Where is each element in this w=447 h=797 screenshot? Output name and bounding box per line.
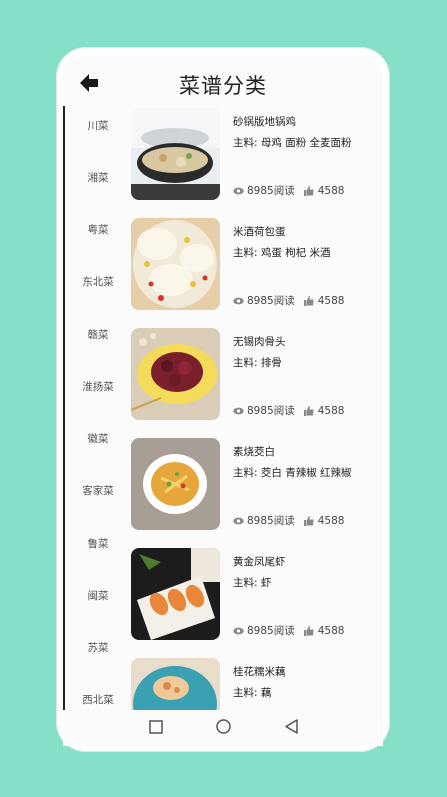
recipe-card[interactable]: 砂锅版地锅鸡 主料: 母鸡 面粉 全麦面粉 8985阅读 4588	[129, 108, 383, 204]
category-item[interactable]: 客家菜	[69, 483, 127, 498]
read-count: 8985阅读	[247, 295, 295, 307]
recipe-list: 砂锅版地锅鸡 主料: 母鸡 面粉 全麦面粉 8985阅读 4588 米酒荷包蛋 …	[129, 106, 383, 710]
recipe-image	[131, 328, 220, 420]
recipe-image	[131, 658, 220, 710]
category-item[interactable]: 闽菜	[69, 588, 127, 603]
read-count: 8985阅读	[247, 405, 295, 417]
recipe-stats: 8985阅读 4588	[233, 623, 344, 638]
recipe-name: 桂花糯米藕	[233, 666, 286, 678]
like-count: 4588	[317, 184, 345, 197]
read-count: 8985阅读	[247, 185, 295, 197]
category-item[interactable]: 东北菜	[69, 274, 127, 289]
recipe-name: 米酒荷包蛋	[233, 226, 286, 238]
category-item[interactable]: 西北菜	[69, 692, 127, 707]
thumbs-up-icon	[303, 405, 314, 416]
like-count: 4588	[317, 514, 345, 527]
recipe-stats: 8985阅读 4588	[233, 513, 344, 528]
app-screen: 菜谱分类 川菜 湘菜 粤菜 东北菜 赣菜 淮扬菜 徽菜 客家菜 鲁菜 闽菜 苏菜…	[63, 56, 383, 710]
recipe-name: 砂锅版地锅鸡	[233, 116, 296, 128]
recipe-card[interactable]: 素烧茭白 主料: 茭白 青辣椒 红辣椒 8985阅读 4588	[129, 438, 383, 534]
like-count: 4588	[317, 294, 345, 307]
recipe-ingredients: 主料: 藕	[233, 687, 272, 699]
recipe-image	[131, 218, 220, 310]
category-sidebar: 川菜 湘菜 粤菜 东北菜 赣菜 淮扬菜 徽菜 客家菜 鲁菜 闽菜 苏菜 西北菜	[63, 106, 129, 710]
recents-square-icon[interactable]	[149, 719, 163, 738]
recipe-name: 无锡肉骨头	[233, 336, 286, 348]
category-item[interactable]: 淮扬菜	[69, 379, 127, 394]
recipe-image	[131, 108, 220, 200]
recipe-card[interactable]: 黄金凤尾虾 主料: 虾 8985阅读 4588	[129, 548, 383, 644]
recipe-ingredients: 主料: 茭白 青辣椒 红辣椒	[233, 467, 352, 479]
recipe-stats: 8985阅读 4588	[233, 403, 344, 418]
recipe-ingredients: 主料: 母鸡 面粉 全麦面粉	[233, 137, 352, 149]
system-nav-bar	[63, 710, 383, 746]
back-triangle-icon[interactable]	[285, 719, 299, 738]
category-item[interactable]: 粤菜	[69, 222, 127, 237]
eye-icon	[233, 407, 244, 414]
category-item[interactable]: 徽菜	[69, 431, 127, 446]
read-count: 8985阅读	[247, 625, 295, 637]
eye-icon	[233, 187, 244, 194]
like-count: 4588	[317, 404, 345, 417]
home-circle-icon[interactable]	[216, 719, 231, 738]
thumbs-up-icon	[303, 625, 314, 636]
category-item[interactable]: 湘菜	[69, 170, 127, 185]
thumbs-up-icon	[303, 515, 314, 526]
eye-icon	[233, 297, 244, 304]
category-item[interactable]: 赣菜	[69, 327, 127, 342]
recipe-card[interactable]: 无锡肉骨头 主料: 排骨 8985阅读 4588	[129, 328, 383, 424]
category-item[interactable]: 川菜	[69, 118, 127, 133]
thumbs-up-icon	[303, 185, 314, 196]
recipe-ingredients: 主料: 鸡蛋 枸杞 米酒	[233, 247, 331, 259]
recipe-name: 黄金凤尾虾	[233, 556, 286, 568]
recipe-card[interactable]: 桂花糯米藕 主料: 藕	[129, 658, 383, 710]
recipe-image	[131, 548, 220, 640]
recipe-ingredients: 主料: 虾	[233, 577, 272, 589]
recipe-name: 素烧茭白	[233, 446, 275, 458]
recipe-card[interactable]: 米酒荷包蛋 主料: 鸡蛋 枸杞 米酒 8985阅读 4588	[129, 218, 383, 314]
thumbs-up-icon	[303, 295, 314, 306]
page-title: 菜谱分类	[179, 74, 267, 98]
like-count: 4588	[317, 624, 345, 637]
recipe-stats: 8985阅读 4588	[233, 183, 344, 198]
recipe-stats: 8985阅读 4588	[233, 293, 344, 308]
category-item[interactable]: 鲁菜	[69, 536, 127, 551]
recipe-ingredients: 主料: 排骨	[233, 357, 282, 369]
eye-icon	[233, 517, 244, 524]
category-item[interactable]: 苏菜	[69, 640, 127, 655]
recipe-image	[131, 438, 220, 530]
read-count: 8985阅读	[247, 515, 295, 527]
header: 菜谱分类	[63, 56, 383, 106]
eye-icon	[233, 627, 244, 634]
